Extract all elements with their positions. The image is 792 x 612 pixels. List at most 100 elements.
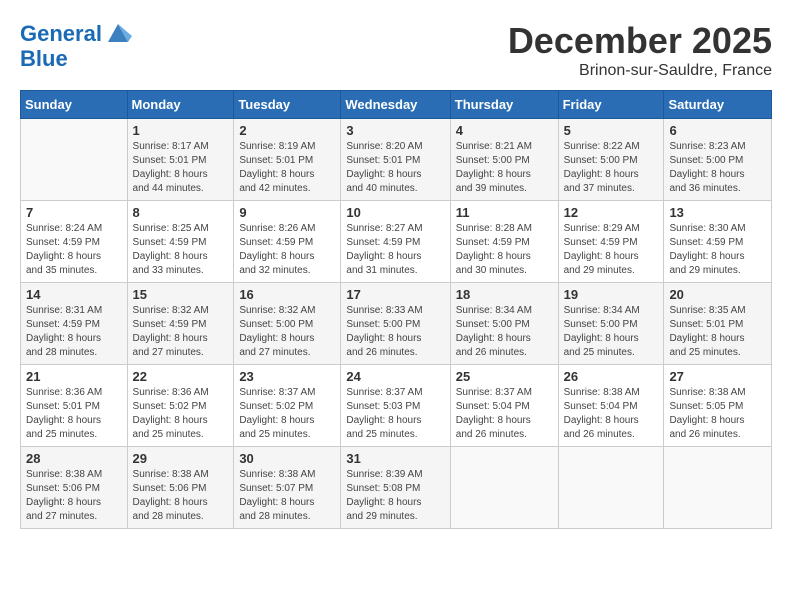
day-info: Sunrise: 8:37 AM Sunset: 5:04 PM Dayligh… — [456, 386, 553, 442]
calendar-week-4: 21Sunrise: 8:36 AM Sunset: 5:01 PM Dayli… — [21, 365, 772, 447]
calendar-cell: 20 Sunrise: 8:35 AM Sunset: 5:01 PM Dayli… — [664, 283, 772, 365]
logo: General Blue — [20, 20, 132, 70]
day-info: Sunrise: 8:30 AM Sunset: 4:59 PM Dayligh… — [669, 222, 766, 278]
day-number: 19 — [564, 287, 659, 302]
calendar-cell: 8Sunrise: 8:25 AM Sunset: 4:59 PM Daylig… — [127, 201, 234, 283]
calendar-cell: 7 Sunrise: 8:24 AM Sunset: 4:59 PM Daylig… — [21, 201, 128, 283]
day-info: Sunrise: 8:38 AM Sunset: 5:04 PM Dayligh… — [564, 386, 659, 442]
day-number: 24 — [346, 369, 444, 384]
location: Brinon-sur-Sauldre, France — [508, 62, 772, 80]
day-info: Sunrise: 8:34 AM Sunset: 5:00 PM Dayligh… — [564, 304, 659, 360]
calendar-cell: 22 Sunrise: 8:36 AM Sunset: 5:02 PM Dayli… — [127, 365, 234, 447]
day-number: 17 — [346, 287, 444, 302]
page-header: General Blue December 2025 Brinon-sur-Sa… — [20, 20, 772, 80]
calendar-cell: 29 Sunrise: 8:38 AM Sunset: 5:06 PM Dayli… — [127, 447, 234, 529]
day-info: Sunrise: 8:28 AM Sunset: 4:59 PM Dayligh… — [456, 222, 553, 278]
day-number: 31 — [346, 451, 444, 466]
calendar-cell: 16 Sunrise: 8:32 AM Sunset: 5:00 PM Dayli… — [234, 283, 341, 365]
day-info: Sunrise: 8:38 AM Sunset: 5:07 PM Dayligh… — [239, 468, 335, 524]
day-number: 16 — [239, 287, 335, 302]
day-number: 28 — [26, 451, 122, 466]
day-info: Sunrise: 8:38 AM Sunset: 5:05 PM Dayligh… — [669, 386, 766, 442]
calendar-cell — [21, 119, 128, 201]
day-number: 29 — [133, 451, 229, 466]
day-number: 20 — [669, 287, 766, 302]
calendar-cell: 26 Sunrise: 8:38 AM Sunset: 5:04 PM Dayli… — [558, 365, 664, 447]
calendar-cell: 18 Sunrise: 8:34 AM Sunset: 5:00 PM Dayli… — [450, 283, 558, 365]
weekday-header-wednesday: Wednesday — [341, 91, 450, 119]
weekday-header-tuesday: Tuesday — [234, 91, 341, 119]
calendar-week-5: 28 Sunrise: 8:38 AM Sunset: 5:06 PM Dayli… — [21, 447, 772, 529]
day-info: Sunrise: 8:26 AM Sunset: 4:59 PM Dayligh… — [239, 222, 335, 278]
calendar-cell: 5 Sunrise: 8:22 AM Sunset: 5:00 PM Daylig… — [558, 119, 664, 201]
day-info: Sunrise: 8:38 AM Sunset: 5:06 PM Dayligh… — [26, 468, 122, 524]
calendar-cell: 1Sunrise: 8:17 AM Sunset: 5:01 PM Daylig… — [127, 119, 234, 201]
day-info: Sunrise: 8:24 AM Sunset: 4:59 PM Dayligh… — [26, 222, 122, 278]
day-number: 12 — [564, 205, 659, 220]
logo-blue: Blue — [20, 48, 132, 70]
day-number: 23 — [239, 369, 335, 384]
calendar-cell: 25 Sunrise: 8:37 AM Sunset: 5:04 PM Dayli… — [450, 365, 558, 447]
day-info: Sunrise: 8:21 AM Sunset: 5:00 PM Dayligh… — [456, 140, 553, 196]
calendar-cell: 13Sunrise: 8:30 AM Sunset: 4:59 PM Dayli… — [664, 201, 772, 283]
weekday-header-saturday: Saturday — [664, 91, 772, 119]
day-info: Sunrise: 8:27 AM Sunset: 4:59 PM Dayligh… — [346, 222, 444, 278]
day-number: 18 — [456, 287, 553, 302]
day-info: Sunrise: 8:31 AM Sunset: 4:59 PM Dayligh… — [26, 304, 122, 360]
calendar-header: SundayMondayTuesdayWednesdayThursdayFrid… — [21, 91, 772, 119]
calendar-table: SundayMondayTuesdayWednesdayThursdayFrid… — [20, 90, 772, 529]
day-number: 6 — [669, 123, 766, 138]
day-number: 3 — [346, 123, 444, 138]
day-info: Sunrise: 8:17 AM Sunset: 5:01 PM Dayligh… — [133, 140, 229, 196]
day-info: Sunrise: 8:34 AM Sunset: 5:00 PM Dayligh… — [456, 304, 553, 360]
calendar-cell: 6 Sunrise: 8:23 AM Sunset: 5:00 PM Daylig… — [664, 119, 772, 201]
day-info: Sunrise: 8:39 AM Sunset: 5:08 PM Dayligh… — [346, 468, 444, 524]
calendar-cell: 19 Sunrise: 8:34 AM Sunset: 5:00 PM Dayli… — [558, 283, 664, 365]
title-block: December 2025 Brinon-sur-Sauldre, France — [508, 20, 772, 80]
day-number: 27 — [669, 369, 766, 384]
weekday-header-thursday: Thursday — [450, 91, 558, 119]
calendar-cell: 24 Sunrise: 8:37 AM Sunset: 5:03 PM Dayli… — [341, 365, 450, 447]
weekday-header-sunday: Sunday — [21, 91, 128, 119]
calendar-cell: 28 Sunrise: 8:38 AM Sunset: 5:06 PM Dayli… — [21, 447, 128, 529]
day-number: 15 — [133, 287, 229, 302]
day-info: Sunrise: 8:19 AM Sunset: 5:01 PM Dayligh… — [239, 140, 335, 196]
day-number: 2 — [239, 123, 335, 138]
day-number: 25 — [456, 369, 553, 384]
day-info: Sunrise: 8:35 AM Sunset: 5:01 PM Dayligh… — [669, 304, 766, 360]
calendar-cell: 23Sunrise: 8:37 AM Sunset: 5:02 PM Dayli… — [234, 365, 341, 447]
logo-icon — [104, 18, 132, 46]
calendar-cell — [450, 447, 558, 529]
calendar-cell: 15 Sunrise: 8:32 AM Sunset: 4:59 PM Dayli… — [127, 283, 234, 365]
calendar-week-3: 14 Sunrise: 8:31 AM Sunset: 4:59 PM Dayli… — [21, 283, 772, 365]
weekday-header-friday: Friday — [558, 91, 664, 119]
day-info: Sunrise: 8:37 AM Sunset: 5:03 PM Dayligh… — [346, 386, 444, 442]
day-number: 10 — [346, 205, 444, 220]
day-info: Sunrise: 8:22 AM Sunset: 5:00 PM Dayligh… — [564, 140, 659, 196]
calendar-cell: 10 Sunrise: 8:27 AM Sunset: 4:59 PM Dayli… — [341, 201, 450, 283]
day-info: Sunrise: 8:33 AM Sunset: 5:00 PM Dayligh… — [346, 304, 444, 360]
day-number: 22 — [133, 369, 229, 384]
day-info: Sunrise: 8:23 AM Sunset: 5:00 PM Dayligh… — [669, 140, 766, 196]
day-number: 14 — [26, 287, 122, 302]
day-number: 7 — [26, 205, 122, 220]
day-number: 26 — [564, 369, 659, 384]
calendar-cell — [558, 447, 664, 529]
day-number: 5 — [564, 123, 659, 138]
day-number: 21 — [26, 369, 122, 384]
calendar-cell: 12Sunrise: 8:29 AM Sunset: 4:59 PM Dayli… — [558, 201, 664, 283]
calendar-cell: 14 Sunrise: 8:31 AM Sunset: 4:59 PM Dayli… — [21, 283, 128, 365]
calendar-cell: 27 Sunrise: 8:38 AM Sunset: 5:05 PM Dayli… — [664, 365, 772, 447]
calendar-cell: 17 Sunrise: 8:33 AM Sunset: 5:00 PM Dayli… — [341, 283, 450, 365]
day-info: Sunrise: 8:38 AM Sunset: 5:06 PM Dayligh… — [133, 468, 229, 524]
day-info: Sunrise: 8:32 AM Sunset: 5:00 PM Dayligh… — [239, 304, 335, 360]
day-info: Sunrise: 8:20 AM Sunset: 5:01 PM Dayligh… — [346, 140, 444, 196]
day-number: 30 — [239, 451, 335, 466]
day-info: Sunrise: 8:32 AM Sunset: 4:59 PM Dayligh… — [133, 304, 229, 360]
calendar-cell: 11Sunrise: 8:28 AM Sunset: 4:59 PM Dayli… — [450, 201, 558, 283]
calendar-cell: 2 Sunrise: 8:19 AM Sunset: 5:01 PM Daylig… — [234, 119, 341, 201]
calendar-cell — [664, 447, 772, 529]
weekday-header-monday: Monday — [127, 91, 234, 119]
day-number: 8 — [133, 205, 229, 220]
day-info: Sunrise: 8:36 AM Sunset: 5:02 PM Dayligh… — [133, 386, 229, 442]
